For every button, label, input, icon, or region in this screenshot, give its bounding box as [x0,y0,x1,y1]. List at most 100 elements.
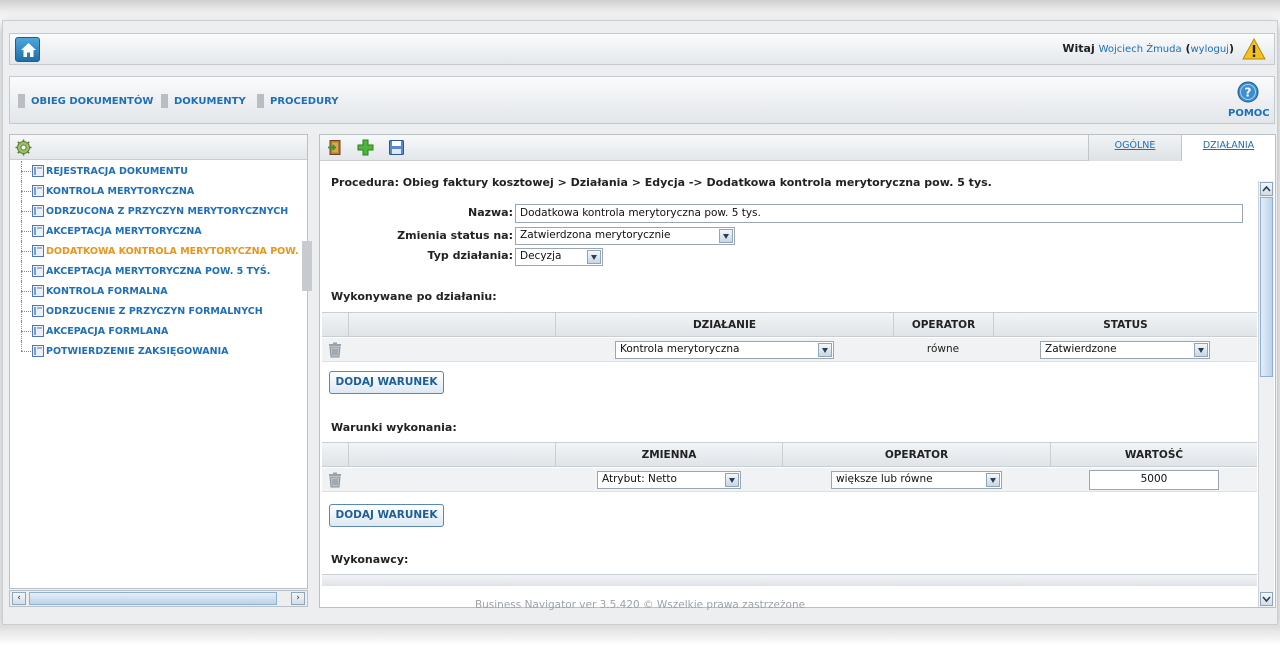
column-header-operator: OPERATOR [893,313,993,337]
column-header-value: WARTOŚĆ [1050,443,1257,467]
trash-icon[interactable] [328,472,342,488]
chevron-down-icon [818,343,832,357]
add-condition-button[interactable]: DODAJ WARUNEK [329,371,444,394]
chevron-down-icon [986,473,1000,487]
add-condition-button[interactable]: DODAJ WARUNEK [329,504,444,527]
help-button[interactable]: ? POMOC [1228,81,1270,119]
bottom-shadow [0,625,1280,645]
panel-splitter-handle[interactable] [302,241,312,291]
chevron-down-icon [587,250,601,264]
form-icon [32,325,44,337]
tab-actions[interactable]: DZIAŁANIA [1182,135,1275,162]
home-button[interactable] [15,37,40,62]
nav-item-label: DOKUMENTY [174,95,246,107]
form-vertical-scrollbar[interactable] [1258,181,1274,607]
action-form: Procedura: Obieg faktury kosztowej > Dzi… [320,162,1258,607]
nav-separator [18,94,25,108]
after-action-title: Wykonywane po działaniu: [331,290,497,303]
chevron-down-icon [719,229,733,243]
conditions-title: Warunki wykonania: [331,421,457,434]
tree-item-label: ODRZUCENIE Z PRZYCZYN FORMALNYCH [46,305,263,317]
chevron-down-icon [725,473,739,487]
action-type-select[interactable]: Decyzja [515,248,603,266]
top-shadow [0,0,1280,22]
user-name-link[interactable]: Wojciech Żmuda [1099,44,1182,55]
column-header-blank [348,313,555,337]
welcome-text: Witaj Wojciech Żmuda (wyloguj) [1062,42,1234,55]
close-paren: ) [1228,42,1234,55]
add-plus-icon[interactable] [357,139,374,156]
form-icon [32,265,44,277]
action-edit-panel: OGÓLNE DZIAŁANIA Procedura: Obieg faktur… [319,134,1276,608]
action-type-label: Typ działania: [427,249,513,262]
warning-icon[interactable] [1242,38,1266,60]
tree-item-label: ODRZUCONA Z PRZYCZYN MERYTORYCZNYCH [46,205,289,217]
tree-item[interactable]: ODRZUCENIE Z PRZYCZYN FORMALNYCH [18,301,313,321]
column-header-action: DZIAŁANIE [555,313,893,337]
tree-item[interactable]: ODRZUCONA Z PRZYCZYN MERYTORYCZNYCH [18,201,313,221]
condition-variable-select[interactable]: Atrybut: Netto [597,471,741,489]
scroll-thumb[interactable] [1260,197,1273,377]
chevron-up-icon [1262,185,1271,192]
logout-link[interactable]: wyloguj [1191,44,1229,55]
procedure-tree: REJESTRACJA DOKUMENTU KONTROLA MERYTORYC… [18,161,313,361]
status-change-label: Zmienia status na: [397,229,513,242]
tree-item[interactable]: REJESTRACJA DOKUMENTU [18,161,313,181]
tree-item-label: REJESTRACJA DOKUMENTU [46,165,188,177]
column-header-variable: ZMIENNA [555,443,782,467]
condition-operator-select[interactable]: większe lub równe [831,471,1002,489]
tree-item[interactable]: KONTROLA MERYTORYCZNA [18,181,313,201]
app-frame: Witaj Wojciech Żmuda (wyloguj) OBIEG DOK… [2,20,1278,625]
table-row: Kontrola merytoryczna równe Zatwierdzone [322,338,1257,362]
executors-table-header [322,574,1257,586]
tree-item[interactable]: AKCEPTACJA MERYTORYCZNA POW. 5 TYŚ. [18,261,313,281]
exit-door-icon[interactable] [327,139,344,156]
tree-item-label: KONTROLA FORMALNA [46,285,168,297]
condition-value-field[interactable]: 5000 [1089,470,1219,490]
breadcrumb: Procedura: Obieg faktury kosztowej > Dzi… [331,176,992,189]
after-action-status-value: Zatwierdzone [1045,343,1117,355]
tree-item-label: AKCEPTACJA MERYTORYCZNA POW. 5 TYŚ. [46,265,271,277]
nav-item-label: PROCEDURY [270,95,339,107]
form-icon [32,205,44,217]
form-icon [32,285,44,297]
nav-item-document-flow[interactable]: OBIEG DOKUMENTÓW [18,94,153,108]
after-action-status-select[interactable]: Zatwierdzone [1040,341,1210,359]
status-change-select[interactable]: Zatwierdzona merytorycznie [515,227,735,245]
status-change-value: Zatwierdzona merytorycznie [520,229,671,241]
tree-item[interactable]: POTWIERDZENIE ZAKSIĘGOWANIA [18,341,313,361]
nav-item-procedures[interactable]: PROCEDURY [257,94,339,108]
form-icon [32,245,44,257]
after-action-value: Kontrola merytoryczna [620,343,740,355]
after-action-table-header: DZIAŁANIE OPERATOR STATUS [322,312,1257,337]
nav-item-documents[interactable]: DOKUMENTY [161,94,246,108]
tab-general[interactable]: OGÓLNE [1088,135,1182,161]
help-label: POMOC [1228,108,1270,119]
main-nav: OBIEG DOKUMENTÓW DOKUMENTY PROCEDURY ? P… [9,76,1275,124]
form-icon [32,165,44,177]
executors-title: Wykonawcy: [331,553,409,566]
footer-copyright: Business Navigator ver 3.5.420 © Wszelki… [474,599,806,611]
nav-separator [257,94,264,108]
name-field[interactable]: Dodatkowa kontrola merytoryczna pow. 5 t… [515,204,1243,223]
action-type-value: Decyzja [520,250,562,262]
save-disk-icon[interactable] [388,139,405,156]
settings-gear-icon[interactable] [15,139,32,156]
home-icon [21,43,36,57]
scroll-up-button[interactable] [1260,182,1273,196]
procedure-tree-panel: REJESTRACJA DOKUMENTU KONTROLA MERYTORYC… [9,134,308,589]
form-icon [32,305,44,317]
svg-text:?: ? [1245,86,1252,100]
help-icon: ? [1237,81,1259,103]
after-action-select[interactable]: Kontrola merytoryczna [615,341,834,359]
chevron-down-icon [1194,343,1208,357]
trash-icon[interactable] [328,342,342,358]
tree-item[interactable]: AKCEPTACJA MERYTORYCZNA [18,221,313,241]
name-label: Nazwa: [467,206,513,219]
tree-item[interactable]: AKCEPACJA FORMLANA [18,321,313,341]
form-icon [32,345,44,357]
action-toolbar: OGÓLNE DZIAŁANIA [320,135,1275,162]
tree-item[interactable]: KONTROLA FORMALNA [18,281,313,301]
nav-item-label: OBIEG DOKUMENTÓW [31,95,154,107]
tree-item-active[interactable]: DODATKOWA KONTROLA MERYTORYCZNA POW. 5 [18,241,313,261]
